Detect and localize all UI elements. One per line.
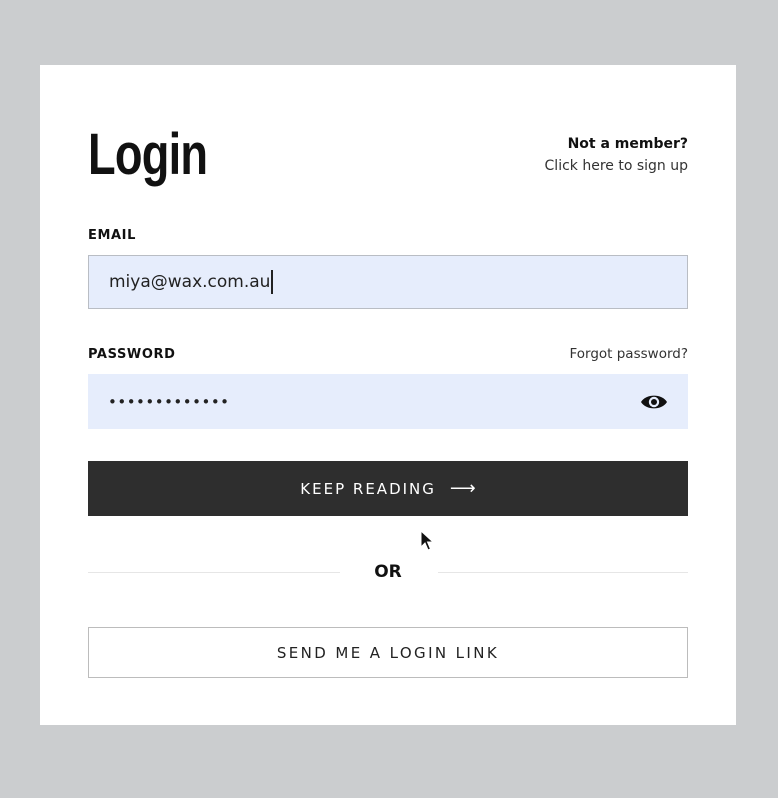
keep-reading-button[interactable]: KEEP READING ⟶: [88, 461, 688, 516]
signup-prompt: Not a member? Click here to sign up: [545, 133, 688, 177]
password-value: •••••••••••••: [108, 392, 230, 411]
password-label: PASSWORD: [88, 347, 176, 362]
send-login-link-button[interactable]: SEND ME A LOGIN LINK: [88, 627, 688, 678]
mouse-cursor-icon: [420, 530, 434, 551]
arrow-right-icon: ⟶: [449, 478, 476, 499]
forgot-password-link[interactable]: Forgot password?: [569, 346, 688, 362]
email-value: miya@wax.com.au: [109, 272, 271, 292]
keep-reading-label: KEEP READING: [300, 479, 436, 498]
login-form: Login Not a member? Click here to sign u…: [88, 65, 688, 725]
page-title: Login: [88, 122, 208, 187]
eye-icon[interactable]: [640, 392, 668, 412]
email-field[interactable]: miya@wax.com.au: [88, 255, 688, 309]
not-member-text: Not a member?: [567, 136, 688, 152]
or-divider: OR: [88, 560, 688, 584]
text-caret: [271, 270, 273, 294]
or-text: OR: [374, 562, 402, 582]
signup-link[interactable]: Click here to sign up: [545, 155, 688, 177]
login-card: Login Not a member? Click here to sign u…: [40, 65, 736, 725]
email-label: EMAIL: [88, 228, 136, 243]
password-field[interactable]: •••••••••••••: [88, 374, 688, 429]
